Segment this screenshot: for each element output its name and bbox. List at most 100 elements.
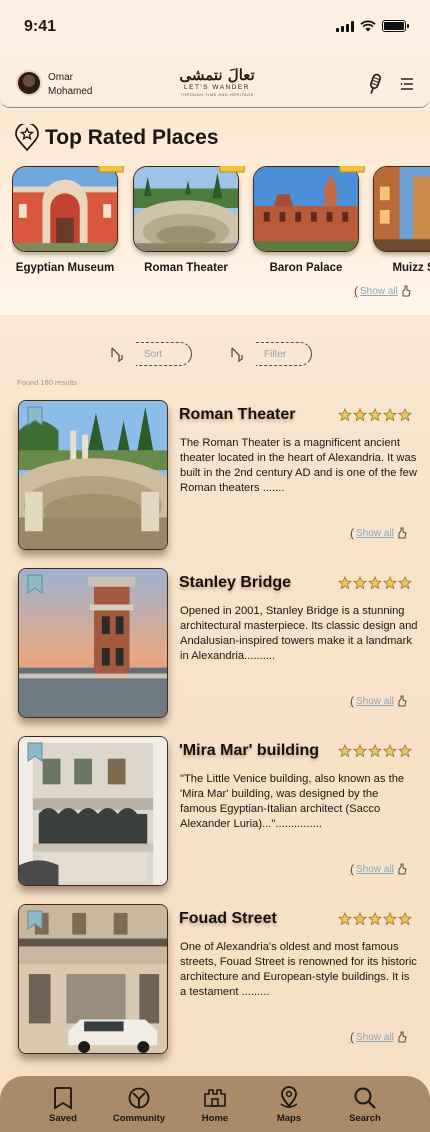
bracket-icon: ( (354, 284, 358, 298)
nav-label: Home (201, 1113, 229, 1124)
home-icon (204, 1089, 226, 1107)
show-all-button[interactable]: ( Show all (354, 284, 412, 298)
microphone-icon[interactable] (366, 72, 382, 96)
crown-icon (339, 166, 365, 173)
star-icon (383, 408, 397, 422)
nav-search[interactable]: Search (330, 1086, 400, 1124)
results-count: Found 180 results (17, 378, 78, 387)
place-card[interactable]: Muizz Street (373, 166, 430, 274)
rating-stars (338, 408, 412, 422)
star-icon (353, 576, 367, 590)
app-header: Omar Mohamed تعالَ نتمشى LET'S WANDER TH… (0, 62, 430, 108)
show-all-label: Show all (356, 527, 394, 539)
place-name: Egyptian Museum (15, 262, 115, 274)
bookmark-icon[interactable] (26, 742, 44, 762)
place-name: Roman Theater (144, 262, 228, 274)
hand-pointer-icon (398, 863, 407, 875)
battery-icon (382, 20, 409, 32)
place-card[interactable]: Baron Palace (253, 166, 365, 274)
star-icon (338, 744, 352, 758)
star-icon (338, 408, 352, 422)
nav-label: Saved (49, 1113, 77, 1124)
app-logo: تعالَ نتمشى LET'S WANDER THROUGH TIME AN… (172, 66, 262, 102)
bottom-nav: Saved Community Home Maps Search (0, 1076, 430, 1132)
star-icon (368, 912, 382, 926)
result-title: Fouad Street (179, 910, 277, 927)
star-icon (353, 912, 367, 926)
bookmark-icon[interactable] (26, 910, 44, 930)
bracket-icon: ( (350, 526, 354, 540)
result-title: Stanley Bridge (179, 574, 292, 591)
sort-button[interactable]: Sort (110, 340, 192, 368)
show-all-button[interactable]: ( Show all (350, 862, 408, 876)
show-all-label: Show all (360, 285, 398, 297)
rating-stars (338, 576, 412, 590)
filter-icon (231, 347, 243, 363)
result-card[interactable]: Roman Theater The Roman Theater is a mag… (0, 400, 430, 560)
nav-saved[interactable]: Saved (28, 1086, 98, 1124)
bracket-icon: ( (350, 694, 354, 708)
show-all-button[interactable]: ( Show all (350, 694, 408, 708)
user-name[interactable]: Omar Mohamed (48, 71, 118, 99)
place-card[interactable]: Roman Theater (133, 166, 245, 274)
user-last-name: Mohamed (48, 86, 93, 97)
result-description: Opened in 2001, Stanley Bridge is a stun… (180, 605, 418, 662)
place-name: Baron Palace (269, 262, 343, 274)
nav-maps[interactable]: Maps (254, 1086, 324, 1124)
bookmark-icon (54, 1087, 72, 1110)
result-title: 'Mira Mar' building (179, 742, 320, 759)
hand-pointer-icon (398, 527, 407, 539)
show-all-label: Show all (356, 1031, 394, 1043)
community-icon (128, 1087, 150, 1109)
signal-icon (336, 20, 354, 32)
nav-label: Search (349, 1113, 381, 1124)
star-icon (353, 744, 367, 758)
show-all-button[interactable]: ( Show all (350, 526, 408, 540)
avatar[interactable] (16, 70, 42, 96)
place-image (12, 166, 118, 252)
logo-english: LET'S WANDER (184, 84, 250, 91)
star-icon (398, 744, 412, 758)
star-icon (353, 408, 367, 422)
bookmark-icon[interactable] (26, 406, 44, 426)
rating-stars (338, 912, 412, 926)
top-rated-section: Top Rated Places Egyptian Museum Roman T… (0, 110, 430, 315)
result-title: Roman Theater (179, 406, 296, 423)
menu-icon[interactable] (399, 76, 415, 92)
place-image (373, 166, 430, 252)
show-all-button[interactable]: ( Show all (350, 1030, 408, 1044)
hand-pointer-icon (398, 1031, 407, 1043)
logo-arabic: تعالَ نتمشى (179, 66, 255, 84)
status-bar: 9:41 (0, 0, 430, 52)
result-description: "The Little Venice building, also known … (180, 773, 405, 830)
result-description: One of Alexandria's oldest and most famo… (180, 941, 417, 998)
user-first-name: Omar (48, 72, 73, 83)
bookmark-icon[interactable] (26, 574, 44, 594)
star-icon (368, 576, 382, 590)
result-card[interactable]: 'Mira Mar' building "The Little Venice b… (0, 736, 430, 896)
map-icon (280, 1086, 298, 1108)
filter-button[interactable]: Filter (230, 340, 312, 368)
nav-home[interactable]: Home (180, 1086, 250, 1124)
crown-icon (98, 166, 124, 173)
place-image (253, 166, 359, 252)
star-icon (383, 576, 397, 590)
star-icon (398, 408, 412, 422)
nav-community[interactable]: Community (104, 1086, 174, 1124)
top-rated-carousel[interactable]: Egyptian Museum Roman Theater Baron Pala… (12, 166, 430, 286)
crown-icon (219, 166, 245, 173)
place-card[interactable]: Egyptian Museum (12, 166, 124, 274)
result-card[interactable]: Stanley Bridge Opened in 2001, Stanley B… (0, 568, 430, 728)
star-icon (368, 408, 382, 422)
result-card[interactable]: Fouad Street One of Alexandria's oldest … (0, 904, 430, 1064)
filter-section: Sort Filter Found 180 results (0, 326, 430, 396)
result-description: The Roman Theater is a magnificent ancie… (180, 437, 417, 494)
star-icon (383, 912, 397, 926)
star-icon (338, 576, 352, 590)
section-title: Top Rated Places (45, 126, 219, 149)
show-all-label: Show all (356, 695, 394, 707)
nav-label: Community (112, 1113, 166, 1124)
show-all-label: Show all (356, 863, 394, 875)
star-icon (368, 744, 382, 758)
status-icons (336, 20, 409, 32)
